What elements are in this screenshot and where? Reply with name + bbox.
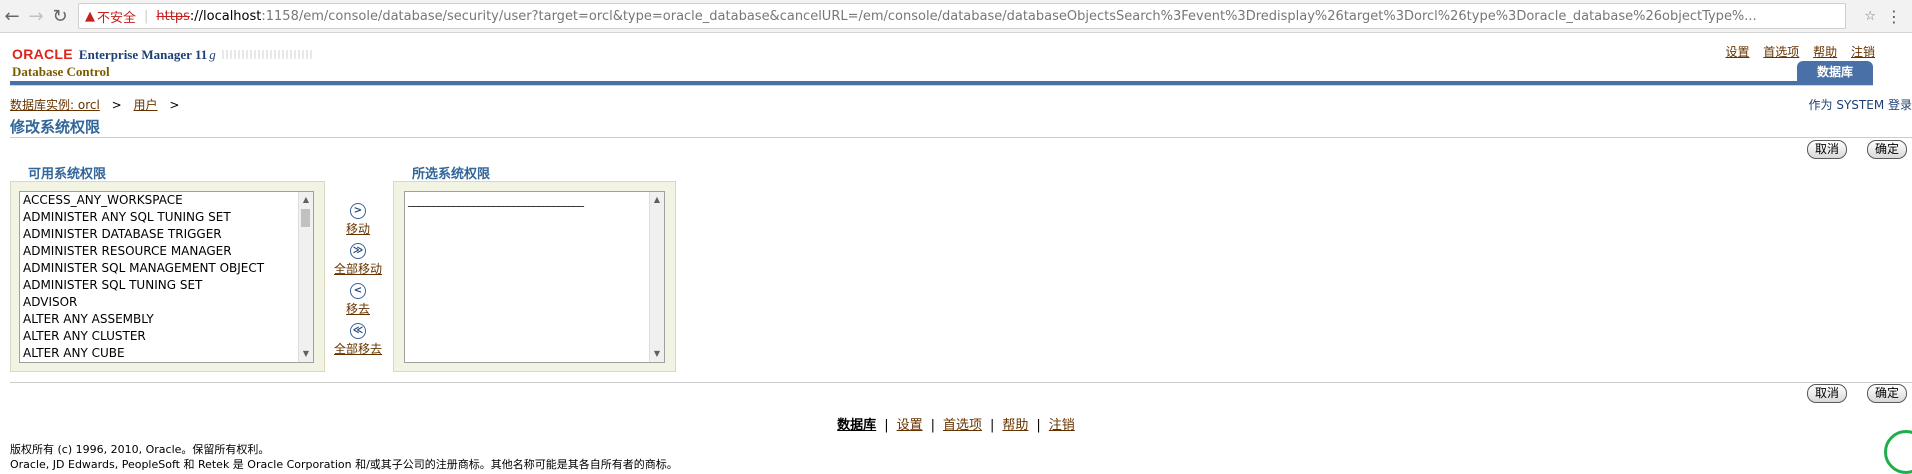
back-arrow-icon[interactable]: ← <box>0 6 24 27</box>
insecure-label: 不安全 <box>97 10 137 26</box>
move-all-right-icon[interactable]: ≫ <box>350 243 366 259</box>
selected-list-label: 所选系统权限 <box>412 167 491 182</box>
list-item[interactable]: ADMINISTER SQL TUNING SET <box>20 277 313 294</box>
cancel-button-top[interactable]: 取消 <box>1807 140 1848 159</box>
address-bar[interactable]: ▲ 不安全 | https://localhost:1158/em/consol… <box>78 3 1847 29</box>
list-item[interactable]: ALTER ANY CLUSTER <box>20 328 313 345</box>
selected-panel: ___________________________________ ▲ ▼ <box>393 181 676 372</box>
browser-toolbar: ← → ↻ ▲ 不安全 | https://localhost:1158/em/… <box>0 0 1912 33</box>
ok-button-bottom[interactable]: 确定 <box>1867 384 1908 403</box>
product-subtitle: Database Control <box>12 64 110 79</box>
warning-icon: ▲ <box>85 8 95 24</box>
footer-links: 数据库 | 设置 | 首选项 | 帮助 | 注销 <box>0 414 1912 433</box>
available-scrollbar[interactable]: ▲ ▼ <box>298 192 313 362</box>
header-band-shadow <box>10 85 1873 86</box>
footer-separator: | <box>930 418 935 433</box>
url-path: :1158/em/console/database/security/user?… <box>261 8 1757 24</box>
login-status: 作为 SYSTEM 登录 <box>1808 98 1912 112</box>
scroll-down-icon[interactable]: ▼ <box>299 348 313 360</box>
remove-all-button[interactable]: ≪ 全部移去 <box>326 318 390 357</box>
product-version: g <box>209 47 216 62</box>
list-item[interactable]: ADVISOR <box>20 294 313 311</box>
global-links: 设置 首选项 帮助 注销 <box>1715 43 1875 60</box>
cancel-button-bottom[interactable]: 取消 <box>1807 384 1848 403</box>
footer-separator: | <box>990 418 995 433</box>
remove-label[interactable]: 移去 <box>326 300 390 317</box>
ok-button-top[interactable]: 确定 <box>1867 140 1908 159</box>
breadcrumb-users[interactable]: 用户 <box>134 98 158 112</box>
product-name: Enterprise Manager 11 <box>78 47 208 62</box>
footer-link-database[interactable]: 数据库 <box>837 418 876 433</box>
scroll-down-icon[interactable]: ▼ <box>650 348 664 360</box>
link-help[interactable]: 帮助 <box>1813 45 1837 59</box>
breadcrumb-separator: > <box>169 98 180 112</box>
scroll-up-icon[interactable]: ▲ <box>299 194 313 206</box>
footer-separator: | <box>1036 418 1041 433</box>
selected-privileges-list[interactable]: ___________________________________ ▲ ▼ <box>404 191 665 363</box>
title-divider <box>10 137 1912 138</box>
footer-separator: | <box>884 418 889 433</box>
move-right-icon[interactable]: > <box>350 203 366 219</box>
move-left-icon[interactable]: < <box>350 283 366 299</box>
link-preferences[interactable]: 首选项 <box>1763 45 1799 59</box>
url-scheme: https <box>156 8 190 24</box>
footer-link-help[interactable]: 帮助 <box>1002 418 1028 433</box>
footer-link-preferences[interactable]: 首选项 <box>943 418 982 433</box>
move-all-left-icon[interactable]: ≪ <box>350 323 366 339</box>
browser-menu-icon[interactable]: ⋮ <box>1886 7 1902 26</box>
status-circle-icon <box>1884 430 1912 474</box>
available-privileges-list[interactable]: ACCESS_ANY_WORKSPACE ADMINISTER ANY SQL … <box>19 191 314 363</box>
remove-button[interactable]: < 移去 <box>326 278 390 317</box>
forward-arrow-icon[interactable]: → <box>24 6 48 27</box>
breadcrumb-instance[interactable]: 数据库实例: orcl <box>10 98 100 112</box>
scroll-thumb[interactable] <box>301 209 310 227</box>
list-item[interactable]: ALTER ANY ASSEMBLY <box>20 311 313 328</box>
list-item[interactable]: ADMINISTER DATABASE TRIGGER <box>20 226 313 243</box>
trademark-text: Oracle, JD Edwards, PeopleSoft 和 Retek 是… <box>10 458 678 471</box>
bottom-divider <box>10 382 1912 383</box>
reload-icon[interactable]: ↻ <box>48 6 72 27</box>
list-placeholder: ___________________________________ <box>408 193 584 207</box>
breadcrumb-separator: > <box>111 98 122 112</box>
available-panel: ACCESS_ANY_WORKSPACE ADMINISTER ANY SQL … <box>10 181 325 372</box>
copyright-block: 版权所有 (c) 1996, 2010, Oracle。保留所有权利。 Orac… <box>10 442 678 472</box>
breadcrumb: 数据库实例: orcl > 用户 > <box>10 96 187 113</box>
decorative-stripes <box>221 50 312 59</box>
address-separator: | <box>144 8 149 24</box>
remove-all-label[interactable]: 全部移去 <box>326 340 390 357</box>
tab-database[interactable]: 数据库 <box>1797 61 1873 81</box>
move-all-label[interactable]: 全部移动 <box>326 260 390 277</box>
footer-link-logout[interactable]: 注销 <box>1049 418 1075 433</box>
list-item[interactable]: ALTER ANY CUBE <box>20 345 313 362</box>
list-item[interactable]: ADMINISTER RESOURCE MANAGER <box>20 243 313 260</box>
copyright-text: 版权所有 (c) 1996, 2010, Oracle。保留所有权利。 <box>10 443 270 456</box>
selected-scrollbar[interactable]: ▲ ▼ <box>649 192 664 362</box>
page-title: 修改系统权限 <box>10 118 101 136</box>
available-list-label: 可用系统权限 <box>28 167 107 182</box>
link-logout[interactable]: 注销 <box>1851 45 1875 59</box>
url-host: ://localhost <box>189 8 262 24</box>
footer-link-settings[interactable]: 设置 <box>897 418 923 433</box>
move-button[interactable]: > 移动 <box>326 198 390 237</box>
bookmark-star-icon[interactable]: ☆ <box>1864 9 1876 24</box>
oracle-logo: ORACLE <box>12 46 73 62</box>
list-item[interactable]: ACCESS_ANY_WORKSPACE <box>20 192 313 209</box>
move-all-button[interactable]: ≫ 全部移动 <box>326 238 390 277</box>
brand-logo: ORACLE Enterprise Manager 11 g Database … <box>12 46 312 80</box>
scroll-up-icon[interactable]: ▲ <box>650 194 664 206</box>
list-item[interactable]: ADMINISTER ANY SQL TUNING SET <box>20 209 313 226</box>
move-label[interactable]: 移动 <box>326 220 390 237</box>
list-item[interactable]: ADMINISTER SQL MANAGEMENT OBJECT <box>20 260 313 277</box>
link-settings[interactable]: 设置 <box>1725 45 1749 59</box>
